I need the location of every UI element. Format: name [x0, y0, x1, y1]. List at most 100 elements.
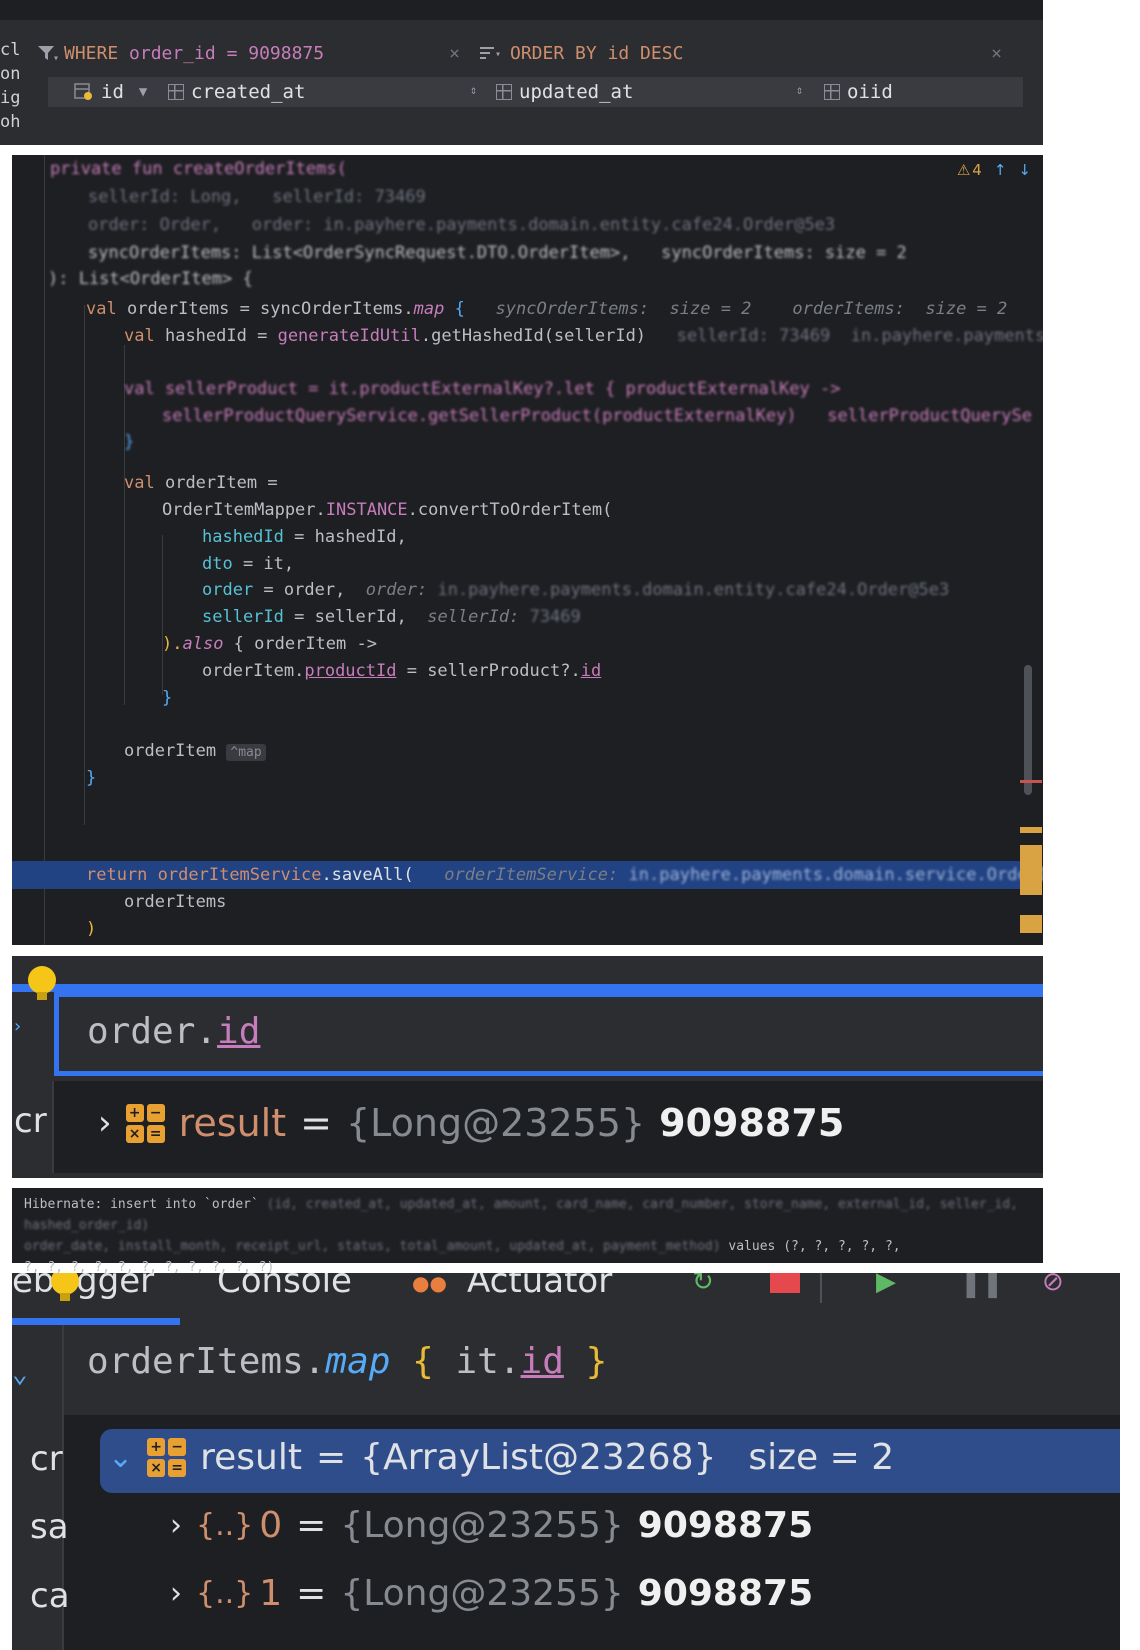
db-left-column: cl on ig oh — [0, 20, 32, 145]
column-header-label: id — [101, 81, 124, 103]
clear-where-button[interactable]: × — [449, 43, 460, 64]
code-line: val orderItems = syncOrderItems.map { sy… — [86, 299, 1008, 319]
collapse-arrow-icon[interactable]: › — [12, 1016, 23, 1037]
code-line: } — [162, 688, 173, 708]
list-item[interactable]: › {..} 1 = {Long@23255} 9098875 — [170, 1573, 813, 1614]
result-node[interactable]: › + − × = result = {Long@23255} 9098875 — [98, 1101, 844, 1145]
current-execution-line: return orderItemService.saveAll( orderIt… — [86, 865, 1043, 885]
expression-text[interactable]: order.id — [87, 1011, 260, 1052]
column-header-created-at[interactable]: created_at — [168, 77, 305, 107]
console-output: Hibernate: insert into `order` (id, crea… — [12, 1188, 1043, 1275]
code-line: sellerId = sellerId, sellerId: 73469 — [202, 607, 581, 627]
blurred-code-line: val sellerProduct = it.productExternalKe… — [124, 379, 841, 399]
result-table-header: id ▼ created_at ⇕ updated_at ⇕ oiid — [48, 77, 1023, 107]
column-header-label: created_at — [191, 81, 306, 103]
expand-arrow-icon[interactable]: › — [170, 1576, 182, 1611]
left-fragment: oh — [0, 112, 21, 132]
evaluate-expression-panel: order.id › cr › + − × = result = {Long@2325… — [12, 956, 1043, 1178]
filter-icon: ▾ — [38, 46, 58, 63]
arrow-down-icon[interactable]: ↓ — [1018, 161, 1031, 179]
resume-icon[interactable]: ▶ — [876, 1273, 896, 1297]
blurred-code-line: private fun createOrderItems( — [50, 159, 347, 179]
sort-icon: ▾ — [480, 47, 501, 60]
frames-fragment: sa — [30, 1507, 69, 1547]
column-header-id[interactable]: id ▼ — [74, 77, 147, 107]
where-expression: order_id = 9098875 — [129, 42, 325, 64]
arrow-up-icon[interactable]: ↑ — [994, 161, 1007, 179]
code-line: } — [86, 768, 97, 788]
sort-desc-icon[interactable]: ▼ — [139, 84, 147, 100]
code-line: orderItem ^map — [124, 737, 266, 765]
order-by-field[interactable]: ▾ ORDER BY id DESC × — [478, 36, 1024, 70]
lightbulb-icon[interactable] — [48, 1273, 82, 1301]
calculator-icon: + − × = — [147, 1438, 187, 1477]
column-header-oiid[interactable]: oiid — [824, 77, 893, 107]
warning-count: 4 — [972, 161, 982, 179]
calculator-icon: + − × = — [125, 1103, 165, 1143]
chevron-down-icon[interactable]: ⌄ — [12, 1359, 28, 1389]
braces-icon: {..} — [196, 1576, 254, 1611]
lightbulb-icon[interactable] — [28, 966, 56, 1000]
column-header-updated-at[interactable]: updated_at — [496, 77, 633, 107]
column-header-label: oiid — [847, 81, 893, 103]
warning-marker[interactable] — [1020, 827, 1042, 833]
column-header-label: updated_at — [519, 81, 634, 103]
code-line: order = order, order: in.payhere.payment… — [202, 580, 950, 600]
blurred-code-line: } — [124, 432, 135, 452]
primary-key-icon — [74, 83, 92, 100]
blurred-code-line: syncOrderItems: List<OrderSyncRequest.DT… — [88, 243, 907, 263]
expand-arrow-icon[interactable]: › — [170, 1508, 182, 1543]
result-label: result — [178, 1101, 287, 1145]
expand-arrow-icon[interactable]: › — [98, 1103, 112, 1143]
result-size: size = 2 — [748, 1437, 895, 1478]
frames-fragment: cr — [30, 1439, 63, 1479]
clear-order-button[interactable]: × — [991, 43, 1002, 64]
where-filter-field[interactable]: ▾ WHERE order_id = 9098875 × — [36, 36, 466, 70]
db-toolbar-strip — [0, 0, 1043, 20]
code-line: ) — [86, 919, 97, 939]
debugger-window: ebugger Console ●● Actuator ↻ ▶ ❚❚ ⊘ ord… — [12, 1273, 1120, 1650]
result-ref: {ArrayList@23268} — [360, 1437, 717, 1478]
code-line: val orderItem = — [124, 473, 278, 493]
blurred-code-line: sellerProductQueryService.getSellerProdu… — [162, 406, 1032, 426]
editor-scrollbar[interactable] — [1024, 665, 1032, 795]
blurred-code-line: ): List<OrderItem> { — [48, 269, 253, 289]
list-item[interactable]: › {..} 0 = {Long@23255} 9098875 — [170, 1505, 813, 1546]
braces-icon: {..} — [196, 1508, 254, 1543]
blurred-code-line: order: Order, order: in.payhere.payments… — [88, 215, 836, 235]
tab-debugger[interactable]: ebugger — [12, 1273, 154, 1301]
sort-toggle-icon[interactable]: ⇕ — [796, 83, 803, 97]
code-editor[interactable]: ⚠ 4 ↑ ↓ private fun createOrderItems( se… — [12, 155, 1043, 945]
focus-highlight — [12, 984, 1043, 992]
warning-marker[interactable] — [1020, 845, 1042, 895]
active-tab-indicator — [12, 1318, 180, 1325]
mute-breakpoints-icon[interactable]: ⊘ — [1042, 1273, 1064, 1297]
frames-fragment: ca — [30, 1576, 70, 1616]
order-by-expression: id DESC — [607, 42, 684, 64]
tab-console[interactable]: Console — [217, 1273, 352, 1301]
column-icon — [824, 84, 840, 100]
sort-toggle-icon[interactable]: ⇕ — [470, 83, 477, 97]
item-ref: {Long@23255} — [340, 1505, 624, 1546]
order-by-keyword: ORDER BY — [510, 42, 597, 64]
expression-text[interactable]: orderItems.map { it.id } — [87, 1341, 607, 1382]
item-index: 0 — [259, 1505, 283, 1546]
code-line: val hashedId = generateIdUtil.getHashedI… — [124, 326, 1043, 346]
chevron-down-icon[interactable]: ⌄ — [108, 1440, 133, 1475]
filter-row: ▾ WHERE order_id = 9098875 × ▾ ORDER BY … — [32, 36, 1024, 70]
column-icon — [496, 84, 512, 100]
warning-marker[interactable] — [1020, 915, 1042, 933]
rerun-icon[interactable]: ↻ — [692, 1273, 714, 1297]
warning-icon: ⚠ — [956, 161, 971, 179]
code-line: OrderItemMapper.INSTANCE.convertToOrderI… — [162, 500, 613, 520]
tab-actuator[interactable]: Actuator — [467, 1273, 612, 1301]
error-marker[interactable] — [1020, 780, 1042, 783]
code-line: dto = it, — [202, 554, 295, 574]
stop-icon[interactable] — [770, 1273, 800, 1293]
debugger-tab-bar: ebugger Console ●● Actuator ↻ ▶ ❚❚ ⊘ — [12, 1273, 1120, 1315]
pause-icon[interactable]: ❚❚ — [960, 1273, 1004, 1299]
result-node[interactable]: ⌄ + − × = result = {ArrayList@23268} size =… — [108, 1437, 894, 1478]
result-value: 9098875 — [659, 1101, 845, 1145]
inspection-widget[interactable]: ⚠ 4 ↑ ↓ — [957, 161, 1031, 179]
result-ref: {Long@23255} — [345, 1101, 646, 1145]
